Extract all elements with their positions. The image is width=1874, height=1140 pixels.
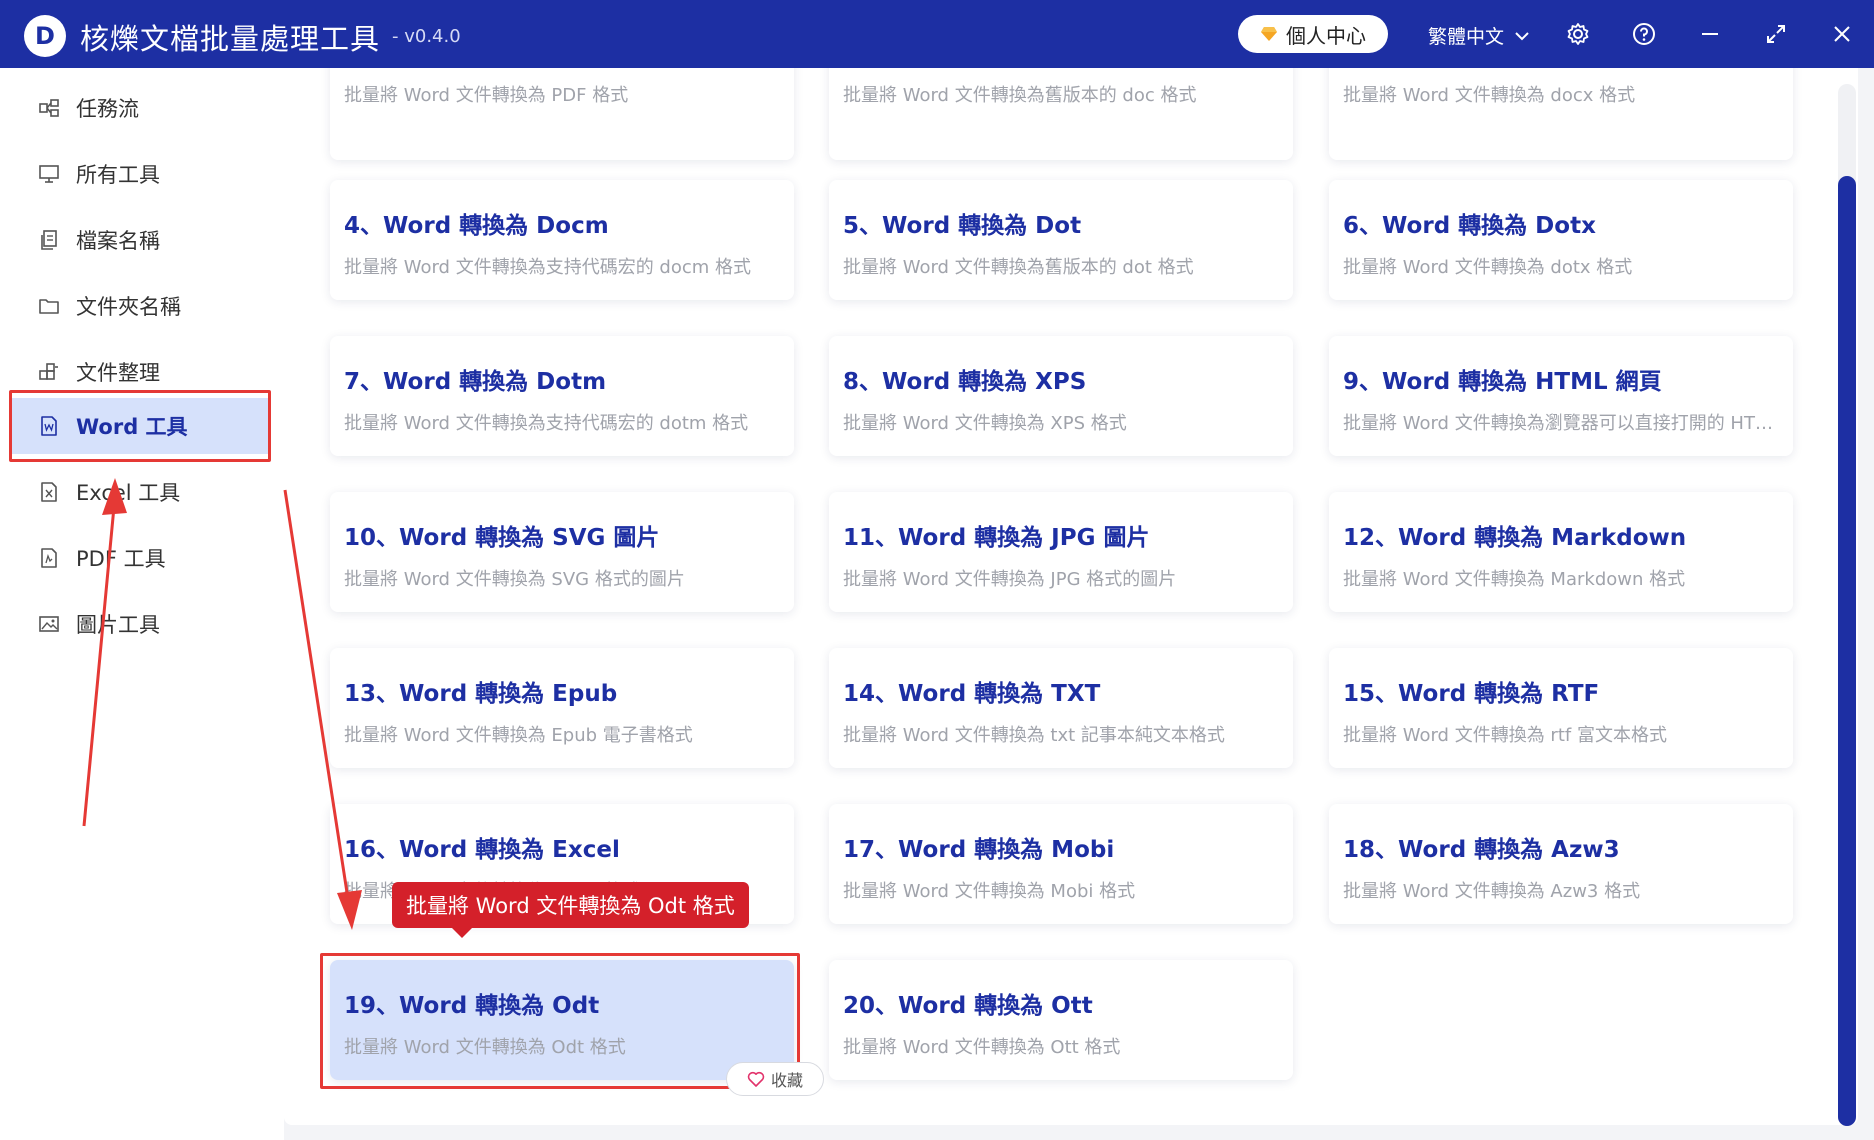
card-description: 批量將 Word 文件轉換為 PDF 格式 bbox=[344, 85, 629, 106]
card-description: 批量將 Word 文件轉換為 txt 記事本純文本格式 bbox=[843, 725, 1225, 746]
card-description: 批量將 Word 文件轉換為 rtf 富文本格式 bbox=[1343, 725, 1667, 746]
app-logo: D bbox=[24, 15, 66, 57]
card-title: 7、Word 轉換為 Dotm bbox=[344, 369, 607, 395]
minimize-icon[interactable] bbox=[1694, 18, 1726, 50]
tool-card-word-to-pdf[interactable]: 批量將 Word 文件轉換為 PDF 格式 bbox=[330, 68, 794, 160]
scrollbar-thumb[interactable] bbox=[1838, 176, 1856, 1126]
sidebar-item-label: 文件夾名稱 bbox=[76, 295, 181, 319]
card-description: 批量將 Word 文件轉換為 docx 格式 bbox=[1343, 85, 1636, 106]
card-description: 批量將 Word 文件轉換為舊版本的 doc 格式 bbox=[843, 85, 1197, 106]
excel-file-icon bbox=[41, 482, 57, 502]
card-description: 批量將 Word 文件轉換為 Mobi 格式 bbox=[843, 881, 1136, 902]
organize-icon bbox=[39, 363, 58, 380]
heart-icon bbox=[747, 1071, 765, 1087]
app-version: - v0.4.0 bbox=[392, 26, 461, 47]
sidebar-item-pdf-tools[interactable]: PDF 工具 bbox=[12, 530, 268, 586]
tool-card-word-to-dotm[interactable]: 7、Word 轉換為 Dotm 批量將 Word 文件轉換為支持代碼宏的 dot… bbox=[330, 336, 794, 456]
card-title: 18、Word 轉換為 Azw3 bbox=[1343, 837, 1620, 863]
title-bar: D 核爍文檔批量處理工具 - v0.4.0 個人中心 繁體中文 bbox=[0, 0, 1874, 68]
card-title: 12、Word 轉換為 Markdown bbox=[1343, 525, 1687, 551]
pdf-file-icon bbox=[41, 548, 57, 568]
favorite-label: 收藏 bbox=[770, 1071, 803, 1090]
card-description: 批量將 Word 文件轉換為 dotx 格式 bbox=[1343, 257, 1633, 278]
sidebar-item-image-tools[interactable]: 圖片工具 bbox=[12, 596, 268, 652]
sidebar-item-label: 任務流 bbox=[76, 97, 139, 121]
tool-card-word-to-epub[interactable]: 13、Word 轉換為 Epub 批量將 Word 文件轉換為 Epub 電子書… bbox=[330, 648, 794, 768]
image-icon bbox=[39, 616, 59, 632]
folder-icon bbox=[39, 299, 59, 314]
user-center-button[interactable]: 個人中心 bbox=[1238, 15, 1388, 53]
card-description: 批量將 Word 文件轉換為 SVG 格式的圖片 bbox=[344, 569, 685, 590]
tool-card-word-to-docx[interactable]: 批量將 Word 文件轉換為 docx 格式 bbox=[1329, 68, 1793, 160]
tool-card-word-to-xps[interactable]: 8、Word 轉換為 XPS 批量將 Word 文件轉換為 XPS 格式 bbox=[829, 336, 1293, 456]
card-title: 13、Word 轉換為 Epub bbox=[344, 681, 618, 707]
card-title: 5、Word 轉換為 Dot bbox=[843, 213, 1082, 239]
sidebar-item-label: 圖片工具 bbox=[76, 613, 160, 637]
card-title: 11、Word 轉換為 JPG 圖片 bbox=[843, 525, 1150, 551]
tool-card-word-to-txt[interactable]: 14、Word 轉換為 TXT 批量將 Word 文件轉換為 txt 記事本純文… bbox=[829, 648, 1293, 768]
sidebar-annotation-box bbox=[9, 390, 271, 462]
card-title: 17、Word 轉換為 Mobi bbox=[843, 837, 1115, 863]
sidebar-item-all-tools[interactable]: 所有工具 bbox=[12, 146, 268, 202]
sidebar-item-label: 所有工具 bbox=[76, 163, 160, 187]
tool-card-word-to-markdown[interactable]: 12、Word 轉換為 Markdown 批量將 Word 文件轉換為 Mark… bbox=[1329, 492, 1793, 612]
sidebar-item-folder-name[interactable]: 文件夾名稱 bbox=[12, 278, 268, 334]
favorite-button[interactable]: 收藏 bbox=[726, 1062, 824, 1096]
tool-card-word-to-jpg[interactable]: 11、Word 轉換為 JPG 圖片 批量將 Word 文件轉換為 JPG 格式… bbox=[829, 492, 1293, 612]
close-icon[interactable] bbox=[1826, 18, 1858, 50]
card-description: 批量將 Word 文件轉換為支持代碼宏的 dotm 格式 bbox=[344, 413, 749, 434]
card-title: 10、Word 轉換為 SVG 圖片 bbox=[344, 525, 660, 551]
tool-card-word-to-svg[interactable]: 10、Word 轉換為 SVG 圖片 批量將 Word 文件轉換為 SVG 格式… bbox=[330, 492, 794, 612]
tool-card-word-to-dot[interactable]: 5、Word 轉換為 Dot 批量將 Word 文件轉換為舊版本的 dot 格式 bbox=[829, 180, 1293, 300]
card-title: 4、Word 轉換為 Docm bbox=[344, 213, 609, 239]
card-title: 9、Word 轉換為 HTML 網頁 bbox=[1343, 369, 1662, 395]
tool-card-word-to-mobi[interactable]: 17、Word 轉換為 Mobi 批量將 Word 文件轉換為 Mobi 格式 bbox=[829, 804, 1293, 924]
tool-card-word-to-ott[interactable]: 20、Word 轉換為 Ott 批量將 Word 文件轉換為 Ott 格式 bbox=[829, 960, 1293, 1080]
sidebar-item-file-name[interactable]: 檔案名稱 bbox=[12, 212, 268, 268]
tool-card-word-to-dotx[interactable]: 6、Word 轉換為 Dotx 批量將 Word 文件轉換為 dotx 格式 bbox=[1329, 180, 1793, 300]
sidebar-item-label: 檔案名稱 bbox=[76, 229, 160, 253]
tool-card-word-to-docm[interactable]: 4、Word 轉換為 Docm 批量將 Word 文件轉換為支持代碼宏的 doc… bbox=[330, 180, 794, 300]
card-description: 批量將 Word 文件轉換為 Ott 格式 bbox=[843, 1037, 1121, 1058]
card-description: 批量將 Word 文件轉換為瀏覽器可以直接打開的 HTM... bbox=[1343, 413, 1783, 434]
workflow-icon bbox=[39, 99, 59, 117]
sidebar-item-label: 文件整理 bbox=[76, 361, 160, 385]
sidebar-item-excel-tools[interactable]: Excel 工具 bbox=[12, 464, 268, 520]
card-description: 批量將 Word 文件轉換為舊版本的 dot 格式 bbox=[843, 257, 1194, 278]
tooltip: 批量將 Word 文件轉換為 Odt 格式 bbox=[392, 882, 749, 938]
tool-card-word-to-doc[interactable]: 批量將 Word 文件轉換為舊版本的 doc 格式 bbox=[829, 68, 1293, 160]
sidebar: 任務流 所有工具 檔案名稱 文件夾名稱 文件整理 Word 工具 Excel 工… bbox=[0, 68, 284, 1140]
card-title: 14、Word 轉換為 TXT bbox=[843, 681, 1101, 707]
chevron-down-icon bbox=[1515, 31, 1529, 40]
settings-gear-icon[interactable] bbox=[1562, 18, 1594, 50]
maximize-icon[interactable] bbox=[1760, 18, 1792, 50]
sidebar-item-label: Excel 工具 bbox=[76, 481, 181, 505]
sidebar-item-workflow[interactable]: 任務流 bbox=[12, 80, 268, 136]
card-description: 批量將 Word 文件轉換為支持代碼宏的 docm 格式 bbox=[344, 257, 752, 278]
language-label: 繁體中文 bbox=[1428, 26, 1505, 48]
card-title: 8、Word 轉換為 XPS bbox=[843, 369, 1087, 395]
tool-card-word-to-rtf[interactable]: 15、Word 轉換為 RTF 批量將 Word 文件轉換為 rtf 富文本格式 bbox=[1329, 648, 1793, 768]
tool-card-word-to-html[interactable]: 9、Word 轉換為 HTML 網頁 批量將 Word 文件轉換為瀏覽器可以直接… bbox=[1329, 336, 1793, 456]
card-title: 15、Word 轉換為 RTF bbox=[1343, 681, 1600, 707]
app-title: 核爍文檔批量處理工具 bbox=[80, 22, 381, 56]
monitor-icon bbox=[39, 165, 59, 183]
card-title: 16、Word 轉換為 Excel bbox=[344, 837, 620, 863]
file-copy-icon bbox=[41, 230, 57, 250]
help-icon[interactable] bbox=[1628, 18, 1660, 50]
tool-card-word-to-azw3[interactable]: 18、Word 轉換為 Azw3 批量將 Word 文件轉換為 Azw3 格式 bbox=[1329, 804, 1793, 924]
sidebar-item-label: PDF 工具 bbox=[76, 547, 166, 571]
card-description: 批量將 Word 文件轉換為 XPS 格式 bbox=[843, 413, 1127, 434]
card-description: 批量將 Word 文件轉換為 JPG 格式的圖片 bbox=[843, 569, 1177, 590]
card-description: 批量將 Word 文件轉換為 Markdown 格式 bbox=[1343, 569, 1686, 590]
user-center-label: 個人中心 bbox=[1286, 23, 1366, 48]
card-description: 批量將 Word 文件轉換為 Azw3 格式 bbox=[1343, 881, 1641, 902]
language-select[interactable]: 繁體中文 bbox=[1428, 22, 1530, 49]
card-title: 20、Word 轉換為 Ott bbox=[843, 993, 1093, 1019]
card-description: 批量將 Word 文件轉換為 Epub 電子書格式 bbox=[344, 725, 693, 746]
diamond-icon bbox=[1261, 27, 1277, 41]
card-title: 6、Word 轉換為 Dotx bbox=[1343, 213, 1596, 239]
